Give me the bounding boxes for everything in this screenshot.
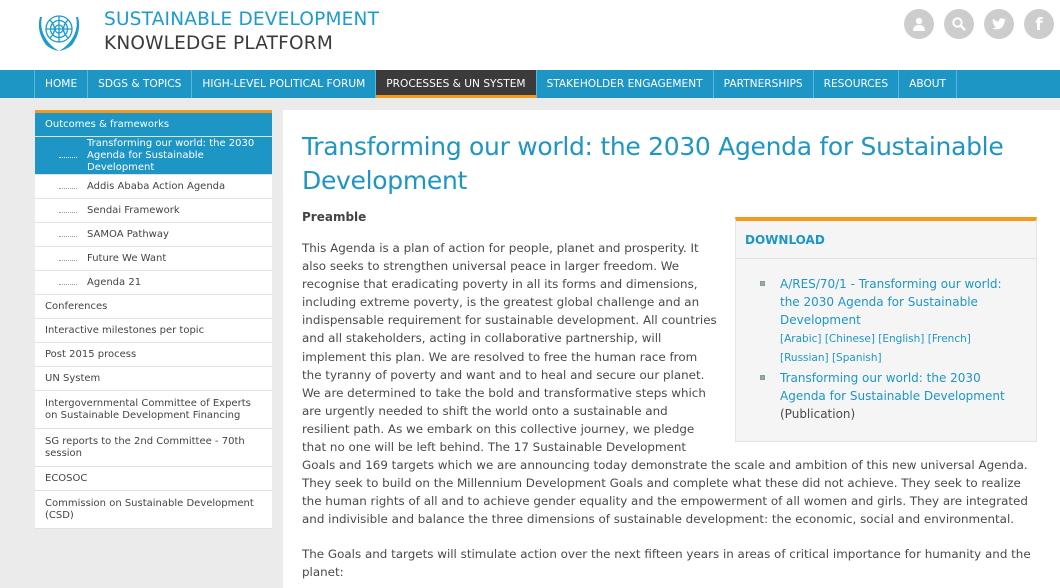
site-title-line2: KNOWLEDGE PLATFORM (104, 33, 333, 54)
main-nav: HOME SDGS & TOPICS HIGH-LEVEL POLITICAL … (0, 70, 1060, 98)
sidebar-item-label: Transforming our world: the 2030 Agenda … (87, 137, 255, 173)
nav-item-partnerships[interactable]: PARTNERSHIPS (714, 70, 814, 98)
main-content: Transforming our world: the 2030 Agenda … (283, 110, 1060, 588)
publication-note: (Publication) (780, 407, 856, 421)
bullet-icon (760, 281, 765, 286)
sidebar-item-label: Addis Ababa Action Agenda (87, 180, 226, 192)
nav-item-home[interactable]: HOME (34, 70, 89, 98)
sidebar-item-label: Future We Want (87, 252, 167, 264)
sidebar-item-icesdf[interactable]: Intergovernmental Committee of Experts o… (35, 391, 272, 429)
sidebar-item-post-2015[interactable]: Post 2015 process (35, 343, 272, 367)
sidebar-item-2030-agenda[interactable]: Transforming our world: the 2030 Agenda … (35, 137, 272, 175)
list-item: Transforming our world: the 2030 Agenda … (760, 369, 1022, 423)
tree-connector (59, 260, 77, 261)
tree-connector (59, 284, 77, 285)
site-header: SUSTAINABLE DEVELOPMENT KNOWLEDGE PLATFO… (0, 0, 1060, 70)
tree-connector (59, 212, 77, 213)
page-title: Transforming our world: the 2030 Agenda … (302, 132, 1004, 195)
sidebar-item-samoa[interactable]: SAMOA Pathway (35, 223, 272, 247)
user-icon[interactable] (904, 9, 934, 39)
search-icon[interactable] (944, 9, 974, 39)
download-list: A/RES/70/1 - Transforming our world: the… (736, 259, 1036, 423)
download-heading: DOWNLOAD (736, 221, 1036, 259)
sidebar-heading-outcomes[interactable]: Outcomes & frameworks (35, 113, 272, 137)
facebook-icon[interactable]: f (1024, 9, 1054, 39)
twitter-icon[interactable] (984, 9, 1014, 39)
tree-connector (59, 157, 77, 158)
sidebar-item-csd[interactable]: Commission on Sustainable Development (C… (35, 491, 272, 529)
sidebar-item-sg-reports[interactable]: SG reports to the 2nd Committee - 70th s… (35, 429, 272, 467)
sidebar-item-label: SAMOA Pathway (87, 228, 169, 240)
language-links[interactable]: [Arabic] [Chinese] [English] [French] [R… (780, 333, 971, 364)
download-box: DOWNLOAD A/RES/70/1 - Transforming our w… (735, 217, 1037, 442)
list-item: A/RES/70/1 - Transforming our world: the… (760, 275, 1022, 367)
tree-connector (59, 236, 77, 237)
un-emblem-icon[interactable] (34, 9, 84, 53)
header-icons: f (904, 9, 1054, 39)
sidebar: Outcomes & frameworks Transforming our w… (35, 110, 272, 529)
sidebar-item-conferences[interactable]: Conferences (35, 295, 272, 319)
sidebar-item-agenda-21[interactable]: Agenda 21 (35, 271, 272, 295)
sidebar-item-label: Agenda 21 (87, 276, 142, 288)
site-title[interactable]: SUSTAINABLE DEVELOPMENT KNOWLEDGE PLATFO… (104, 8, 379, 56)
download-link-publication[interactable]: Transforming our world: the 2030 Agenda … (780, 371, 1005, 403)
sidebar-item-interactive-milestones[interactable]: Interactive milestones per topic (35, 319, 272, 343)
nav-item-processes-un-system[interactable]: PROCESSES & UN SYSTEM (376, 70, 537, 98)
sidebar-item-label: Sendai Framework (87, 204, 180, 216)
nav-item-sdgs-topics[interactable]: SDGS & TOPICS (88, 70, 193, 98)
facebook-glyph: f (1035, 15, 1043, 35)
sidebar-item-future-we-want[interactable]: Future We Want (35, 247, 272, 271)
nav-item-stakeholder-engagement[interactable]: STAKEHOLDER ENGAGEMENT (537, 70, 714, 98)
tree-connector (59, 188, 77, 189)
sidebar-item-sendai[interactable]: Sendai Framework (35, 199, 272, 223)
nav-item-about[interactable]: ABOUT (899, 70, 958, 98)
site-title-line1: SUSTAINABLE DEVELOPMENT (104, 9, 380, 30)
section-heading-preamble: Preamble (302, 210, 367, 224)
nav-item-hlpf[interactable]: HIGH-LEVEL POLITICAL FORUM (192, 70, 377, 98)
download-link-res-70-1[interactable]: A/RES/70/1 - Transforming our world: the… (780, 277, 1002, 327)
sidebar-item-un-system[interactable]: UN System (35, 367, 272, 391)
article-paragraph: The Goals and targets will stimulate act… (302, 546, 1031, 579)
sidebar-item-addis-ababa[interactable]: Addis Ababa Action Agenda (35, 175, 272, 199)
bullet-icon (760, 375, 765, 380)
sidebar-item-ecosoc[interactable]: ECOSOC (35, 467, 272, 491)
nav-item-resources[interactable]: RESOURCES (814, 70, 900, 98)
